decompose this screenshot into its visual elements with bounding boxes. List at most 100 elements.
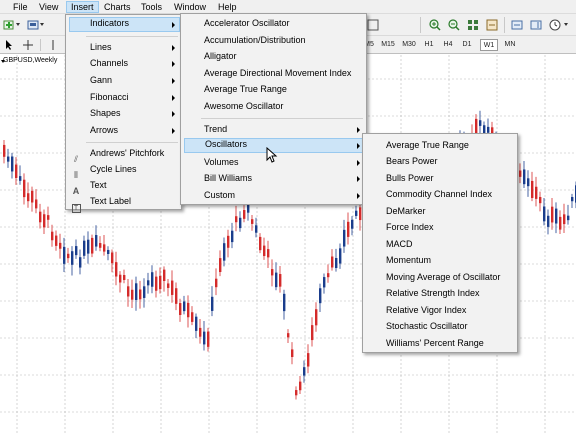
tile-windows-icon[interactable]: [467, 19, 479, 31]
candle-body: [115, 262, 118, 277]
submenu-arrow-icon: [172, 61, 175, 67]
insert-menu-item-cycle-lines[interactable]: Cycle Lines: [69, 162, 180, 177]
insert-menu-item-fibonacci[interactable]: Fibonacci: [69, 90, 180, 105]
timeframe-m15[interactable]: M15: [378, 39, 398, 51]
chart-properties-icon[interactable]: [486, 19, 498, 31]
cursor-arrow-icon[interactable]: [3, 39, 15, 51]
oscillators-item-stochastic[interactable]: Stochastic Oscillator: [366, 319, 516, 334]
indicators-item-custom[interactable]: Custom: [184, 188, 365, 203]
oscillators-item-momentum[interactable]: Momentum: [366, 253, 516, 268]
insert-menu-item-text-label[interactable]: Text Label: [69, 194, 180, 209]
indicators-item-label: Oscillators: [205, 139, 248, 149]
zoom-in-icon[interactable]: [429, 19, 441, 31]
submenu-arrow-icon: [357, 127, 360, 133]
insert-menu-item-label: Text: [90, 180, 107, 190]
menu-insert[interactable]: Insert: [66, 1, 99, 13]
indicators-item-trend[interactable]: Trend: [184, 122, 365, 137]
timeframe-mn[interactable]: MN: [501, 39, 519, 51]
candle-body: [247, 203, 250, 213]
candle-body: [547, 215, 550, 227]
timeframe-h4[interactable]: H4: [440, 39, 456, 51]
timeframe-m30[interactable]: M30: [399, 39, 419, 51]
indicators-item-accumulation-distribution[interactable]: Accumulation/Distribution: [184, 33, 365, 48]
timeframe-d1[interactable]: D1: [459, 39, 475, 51]
candle-body: [315, 309, 318, 326]
indicators-item-bill-williams[interactable]: Bill Williams: [184, 171, 365, 186]
insert-menu-item-arrows[interactable]: Arrows: [69, 123, 180, 138]
menu-file[interactable]: File: [9, 1, 32, 13]
candle-body: [143, 286, 146, 298]
menu-window[interactable]: Window: [170, 1, 210, 13]
oscillators-item-label: MACD: [386, 239, 413, 249]
menu-charts[interactable]: Charts: [100, 1, 135, 13]
candle-body: [519, 170, 522, 177]
candle-body: [171, 280, 174, 295]
candle-body: [351, 219, 354, 229]
profiles-dropdown-icon[interactable]: [40, 23, 44, 26]
oscillators-item-osma[interactable]: Moving Average of Oscillator: [366, 270, 516, 285]
new-chart-dropdown-icon[interactable]: [16, 23, 20, 26]
insert-menu-item-andrews-pitchfork[interactable]: Andrews' Pitchfork: [69, 146, 180, 161]
candle-body: [523, 169, 526, 185]
candle-body: [235, 216, 238, 223]
candle-body: [279, 274, 282, 287]
menu-view[interactable]: View: [35, 1, 62, 13]
insert-menu-item-label: Andrews' Pitchfork: [90, 148, 165, 158]
insert-menu-item-gann[interactable]: Gann: [69, 73, 180, 88]
menu-tools[interactable]: Tools: [137, 1, 166, 13]
insert-menu-item-shapes[interactable]: Shapes: [69, 106, 180, 121]
candle-body: [299, 381, 302, 391]
timeframe-h1[interactable]: H1: [421, 39, 437, 51]
periodicity-icon[interactable]: [549, 19, 561, 31]
oscillators-item-rsi[interactable]: Relative Strength Index: [366, 286, 516, 301]
candle-body: [339, 248, 342, 264]
vertical-line-icon[interactable]: [47, 39, 59, 51]
insert-menu-item-channels[interactable]: Channels: [69, 56, 180, 71]
candle-body: [159, 275, 162, 290]
submenu-arrow-icon: [172, 95, 175, 101]
profiles-icon[interactable]: [27, 19, 39, 31]
oscillators-item-force-index[interactable]: Force Index: [366, 220, 516, 235]
oscillators-item-demarker[interactable]: DeMarker: [366, 204, 516, 219]
indicators-item-adx[interactable]: Average Directional Movement Index: [184, 66, 365, 81]
candle-body: [51, 231, 54, 241]
menu-help[interactable]: Help: [214, 1, 241, 13]
indicators-item-accelerator-oscillator[interactable]: Accelerator Oscillator: [184, 16, 365, 31]
zoom-out-icon[interactable]: [448, 19, 460, 31]
oscillators-item-rvi[interactable]: Relative Vigor Index: [366, 303, 516, 318]
indicators-item-awesome-oscillator[interactable]: Awesome Oscillator: [184, 99, 365, 114]
oscillators-item-label: Bears Power: [386, 156, 438, 166]
candle-body: [163, 269, 166, 281]
toolbar-separator: [40, 39, 41, 51]
candle-body: [555, 208, 558, 224]
oscillators-item-williams-percent-range[interactable]: Williams' Percent Range: [366, 336, 516, 351]
candle-body: [95, 235, 98, 247]
oscillators-item-average-true-range[interactable]: Average True Range: [366, 138, 516, 153]
candle-body: [291, 349, 294, 358]
oscillators-item-label: Stochastic Oscillator: [386, 321, 468, 331]
chart-tool-icon[interactable]: [367, 19, 379, 31]
oscillators-item-bears-power[interactable]: Bears Power: [366, 154, 516, 169]
oscillators-item-macd[interactable]: MACD: [366, 237, 516, 252]
auto-scroll-icon[interactable]: [511, 19, 523, 31]
candle-body: [267, 249, 270, 258]
oscillators-item-bulls-power[interactable]: Bulls Power: [366, 171, 516, 186]
insert-menu-item-text[interactable]: Text: [69, 178, 180, 193]
periodicity-dropdown-icon[interactable]: [564, 23, 568, 26]
candle-body: [323, 277, 326, 288]
indicators-item-average-true-range[interactable]: Average True Range: [184, 82, 365, 97]
insert-menu-item-indicators[interactable]: Indicators: [69, 17, 180, 32]
mouse-cursor-icon: [266, 147, 278, 163]
crosshair-icon[interactable]: [22, 39, 34, 51]
insert-menu-item-lines[interactable]: Lines: [69, 40, 180, 55]
candle-body: [355, 210, 358, 216]
candle-body: [319, 288, 322, 304]
chart-shift-icon[interactable]: [530, 19, 542, 31]
new-chart-icon[interactable]: [3, 19, 15, 31]
indicators-item-alligator[interactable]: Alligator: [184, 49, 365, 64]
oscillators-item-commodity-channel-index[interactable]: Commodity Channel Index: [366, 187, 516, 202]
candle-body: [295, 390, 298, 396]
candle-body: [23, 179, 26, 198]
timeframe-w1[interactable]: W1: [480, 39, 498, 51]
candle-body: [183, 301, 186, 312]
